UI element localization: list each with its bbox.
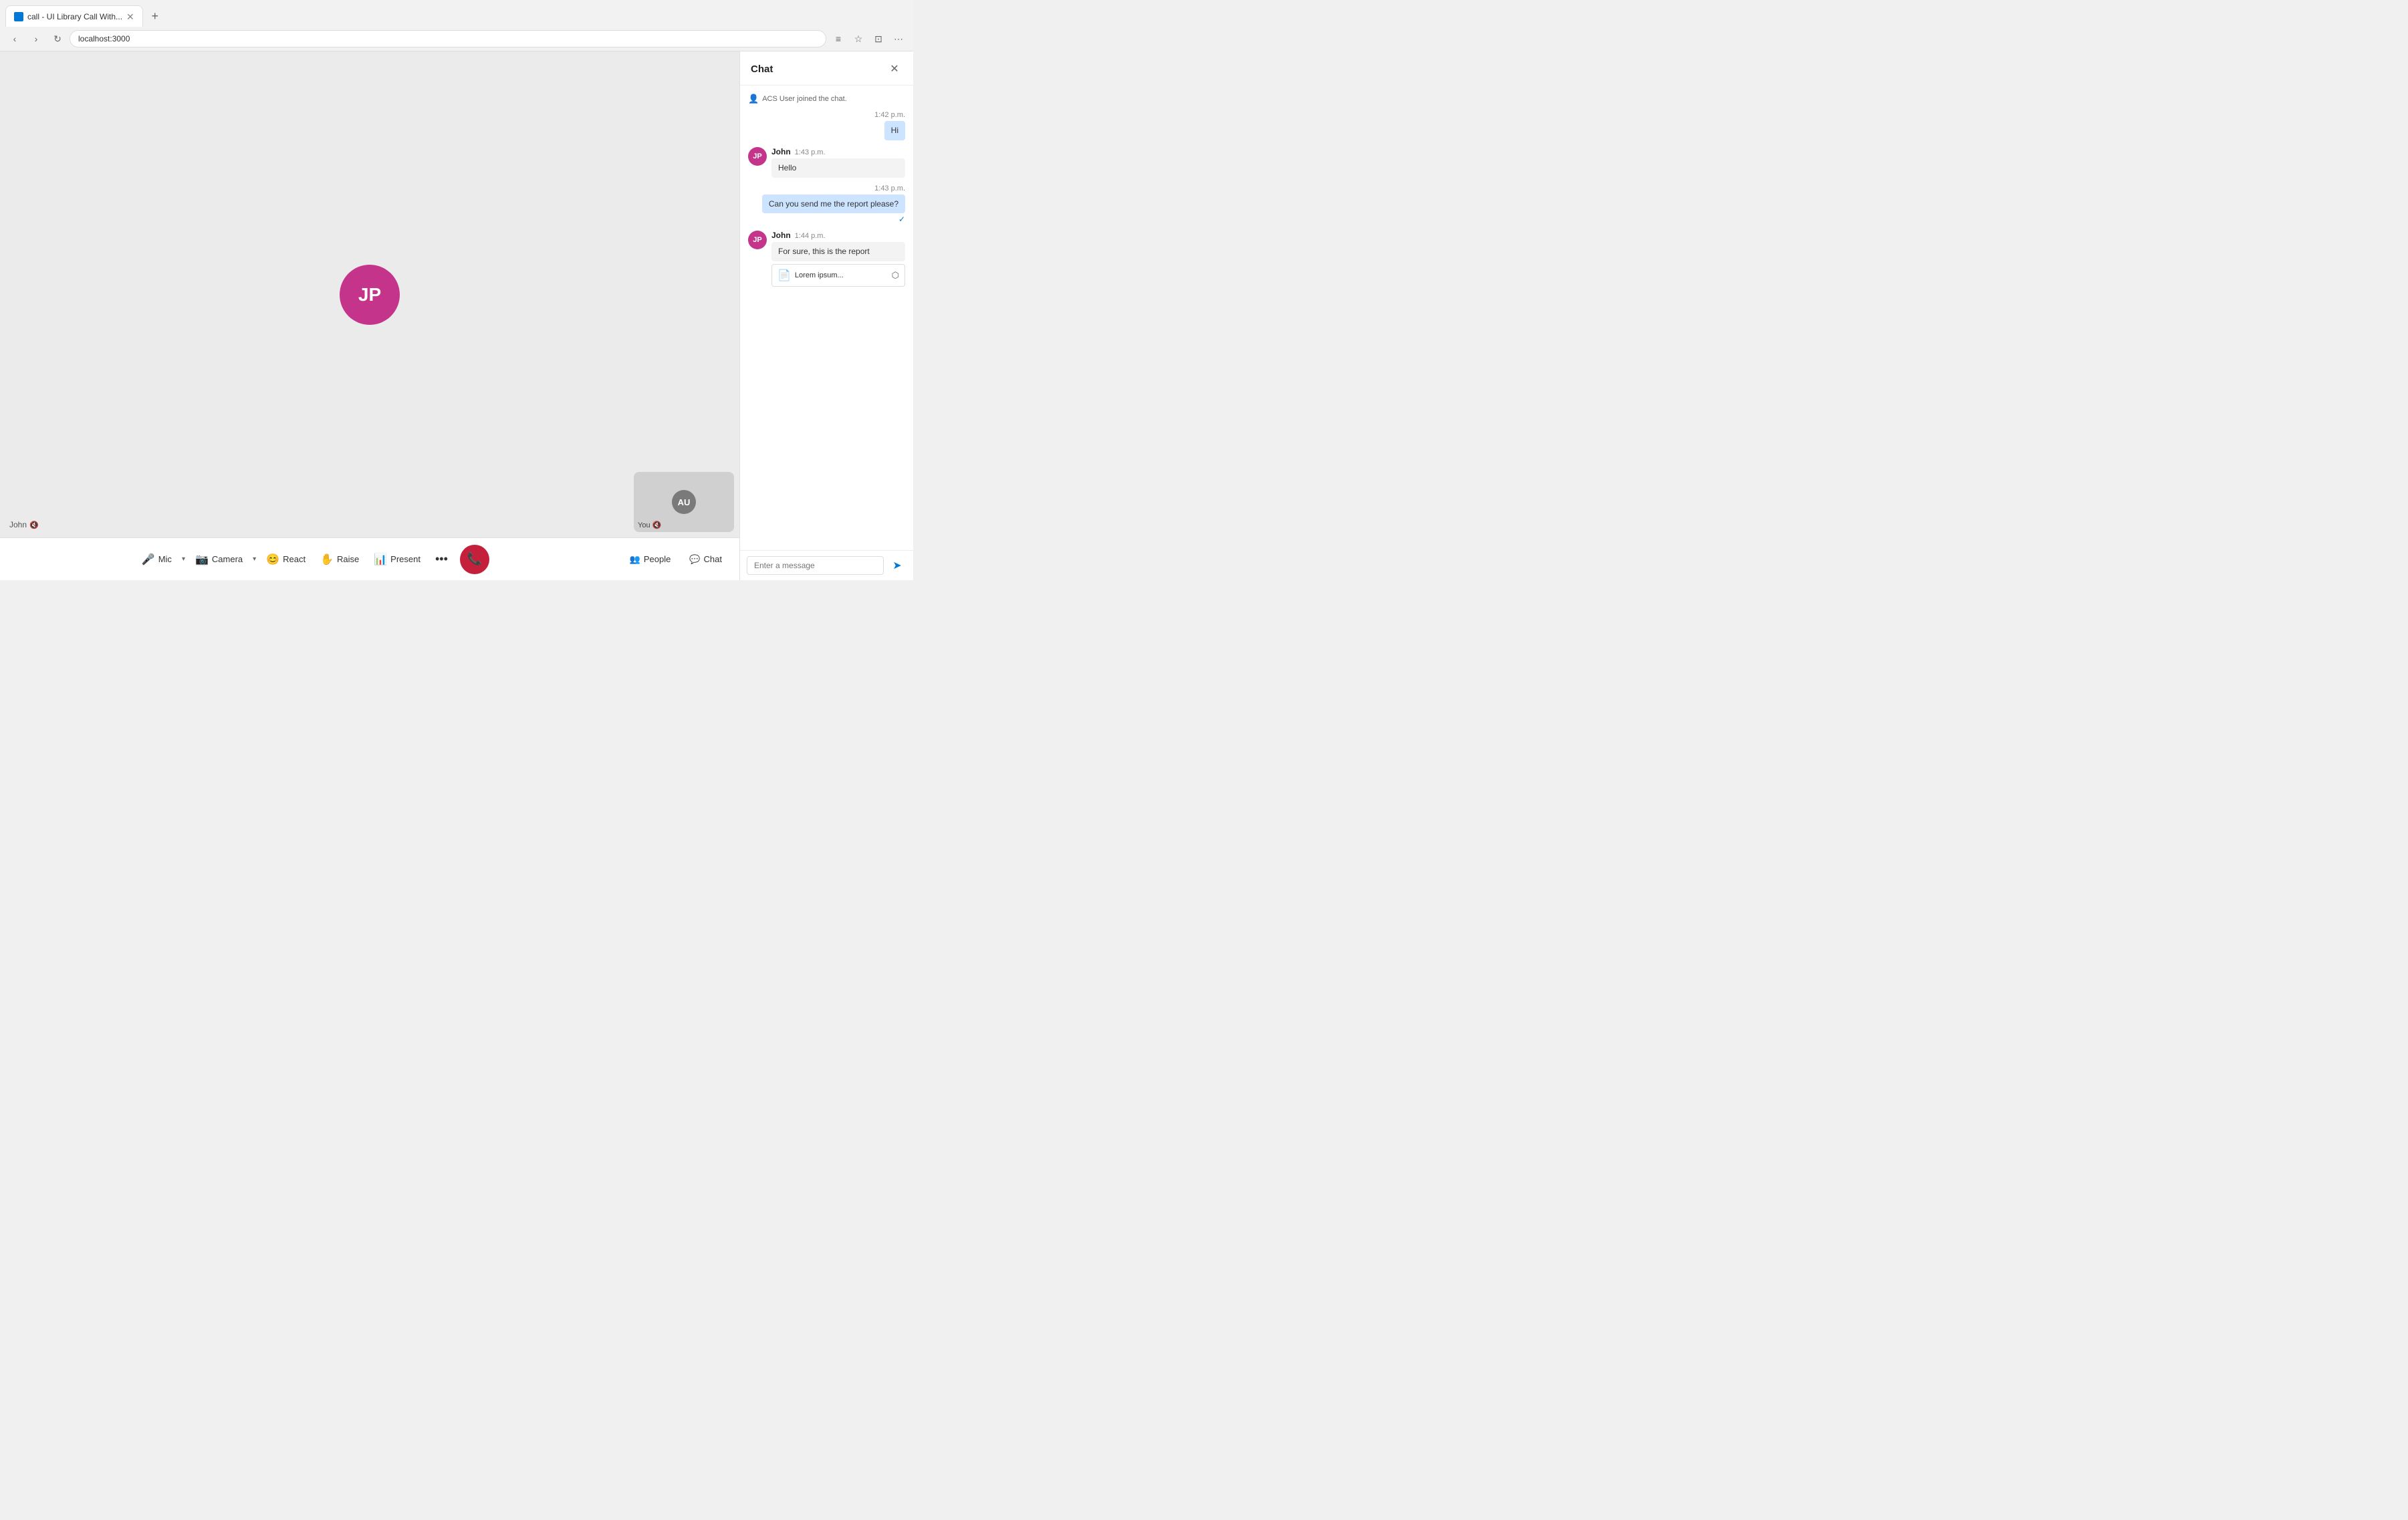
message-2: JP John 1:43 p.m. Hello xyxy=(748,147,905,178)
mic-off-icon: 🔇 xyxy=(29,521,39,529)
mic-button[interactable]: 🎤 Mic xyxy=(135,547,178,572)
end-call-button[interactable]: 📞 xyxy=(460,545,489,574)
ctrl-right-buttons: 👥 People 💬 Chat xyxy=(620,547,731,572)
msg-4-content: John 1:44 p.m. For sure, this is the rep… xyxy=(771,231,905,287)
back-button[interactable]: ‹ xyxy=(5,29,24,48)
people-icon: 👥 xyxy=(630,554,640,565)
msg-2-time: 1:43 p.m. xyxy=(795,148,826,156)
nav-right-buttons: ≡ ☆ ⊡ ⋯ xyxy=(829,29,908,48)
call-area: JP John 🔇 AU You 🔇 xyxy=(0,51,739,580)
tab-close-button[interactable]: ✕ xyxy=(126,12,134,21)
address-bar[interactable]: localhost:3000 xyxy=(70,30,826,47)
people-label: People xyxy=(644,554,671,564)
raise-label: Raise xyxy=(337,554,359,564)
app: JP John 🔇 AU You 🔇 xyxy=(0,51,913,580)
react-icon: 😊 xyxy=(266,553,279,566)
mic-chevron[interactable]: ▾ xyxy=(180,547,187,572)
present-button[interactable]: 📊 Present xyxy=(367,547,427,572)
people-button[interactable]: 👥 People xyxy=(620,547,681,572)
message-4: JP John 1:44 p.m. For sure, this is the … xyxy=(748,231,905,287)
mic-icon: 🎤 xyxy=(142,553,155,566)
end-call-icon: 📞 xyxy=(467,552,482,566)
participant-avatar: JP xyxy=(340,265,400,325)
chat-header: Chat ✕ xyxy=(740,51,913,86)
msg-3-bubble: Can you send me the report please? xyxy=(762,195,905,214)
forward-button[interactable]: › xyxy=(27,29,45,48)
chat-input-area: ➤ xyxy=(740,550,913,580)
system-message-text: ACS User joined the chat. xyxy=(762,95,847,103)
chat-input[interactable] xyxy=(747,556,884,575)
msg-4-time: 1:44 p.m. xyxy=(795,232,826,240)
new-tab-button[interactable]: + xyxy=(146,7,164,25)
chat-panel: Chat ✕ 👤 ACS User joined the chat. 1:42 … xyxy=(739,51,913,580)
msg-2-header: John 1:43 p.m. xyxy=(771,147,905,156)
raise-button[interactable]: ✋ Raise xyxy=(314,547,366,572)
camera-icon: 📷 xyxy=(195,553,209,566)
chat-button[interactable]: 💬 Chat xyxy=(680,547,731,572)
present-label: Present xyxy=(390,554,420,564)
camera-label: Camera xyxy=(212,554,243,564)
camera-button[interactable]: 📷 Camera xyxy=(189,547,249,572)
camera-chevron[interactable]: ▾ xyxy=(251,547,258,572)
participant-initials: JP xyxy=(358,284,381,305)
file-attachment: 📄 Lorem ipsum... ⬡ xyxy=(771,264,905,287)
msg-2-content: John 1:43 p.m. Hello xyxy=(771,147,905,178)
self-avatar: AU xyxy=(672,490,696,514)
refresh-button[interactable]: ↻ xyxy=(48,29,67,48)
mic-label: Mic xyxy=(158,554,172,564)
tab-bar: call - UI Library Call With... ✕ + xyxy=(0,0,913,27)
settings-button[interactable]: ⋯ xyxy=(889,29,908,48)
favorites-button[interactable]: ☆ xyxy=(849,29,868,48)
participant-name: John xyxy=(9,520,27,529)
self-mic-off-icon: 🔇 xyxy=(652,521,662,529)
file-icon: 📄 xyxy=(777,269,791,282)
ctrl-center-buttons: 🎤 Mic ▾ 📷 Camera ▾ 😊 React ✋ Raise xyxy=(135,545,493,574)
self-view: AU You 🔇 xyxy=(634,472,734,532)
system-icon: 👤 xyxy=(748,94,759,104)
msg-1-bubble: Hi xyxy=(884,121,905,140)
msg-3-time: 1:43 p.m. xyxy=(874,184,905,193)
browser-nav: ‹ › ↻ localhost:3000 ≡ ☆ ⊡ ⋯ xyxy=(0,27,913,51)
system-message: 👤 ACS User joined the chat. xyxy=(748,94,905,104)
more-icon: ••• xyxy=(435,552,448,566)
send-button[interactable]: ➤ xyxy=(888,556,907,575)
raise-icon: ✋ xyxy=(320,553,334,566)
message-3: 1:43 p.m. Can you send me the report ple… xyxy=(748,184,905,225)
msg-3-status: ✓ xyxy=(898,215,905,224)
react-label: React xyxy=(283,554,306,564)
browser-chrome: call - UI Library Call With... ✕ + ‹ › ↻… xyxy=(0,0,913,51)
msg-4-sender: John xyxy=(771,231,791,240)
tab-favicon xyxy=(14,12,23,21)
message-1: 1:42 p.m. Hi xyxy=(748,111,905,140)
chat-label: Chat xyxy=(704,554,722,564)
address-text: localhost:3000 xyxy=(78,34,130,43)
msg-4-header: John 1:44 p.m. xyxy=(771,231,905,240)
participant-label-bottom: John 🔇 xyxy=(9,520,39,529)
chat-close-button[interactable]: ✕ xyxy=(886,61,902,77)
active-tab[interactable]: call - UI Library Call With... ✕ xyxy=(5,5,143,27)
self-label: You 🔇 xyxy=(638,521,661,529)
msg-2-avatar: JP xyxy=(748,147,767,166)
call-controls: 🎤 Mic ▾ 📷 Camera ▾ 😊 React ✋ Raise xyxy=(0,537,739,580)
chat-icon: 💬 xyxy=(689,554,700,565)
tab-title: call - UI Library Call With... xyxy=(27,12,122,21)
react-button[interactable]: 😊 React xyxy=(259,547,312,572)
msg-4-bubble: For sure, this is the report xyxy=(771,242,905,261)
msg-1-time: 1:42 p.m. xyxy=(874,111,905,119)
present-icon: 📊 xyxy=(374,553,387,566)
chat-title: Chat xyxy=(751,64,773,75)
call-content: JP John 🔇 AU You 🔇 xyxy=(0,51,739,537)
split-view-button[interactable]: ⊡ xyxy=(869,29,888,48)
self-initials: AU xyxy=(678,497,691,507)
msg-2-sender: John xyxy=(771,147,791,156)
msg-4-avatar: JP xyxy=(748,231,767,249)
file-name: Lorem ipsum... xyxy=(795,271,888,279)
msg-2-bubble: Hello xyxy=(771,158,905,178)
file-open-button[interactable]: ⬡ xyxy=(892,270,899,281)
reader-mode-button[interactable]: ≡ xyxy=(829,29,848,48)
self-name: You xyxy=(638,521,650,529)
chat-messages: 👤 ACS User joined the chat. 1:42 p.m. Hi… xyxy=(740,86,913,550)
more-button[interactable]: ••• xyxy=(429,547,455,572)
